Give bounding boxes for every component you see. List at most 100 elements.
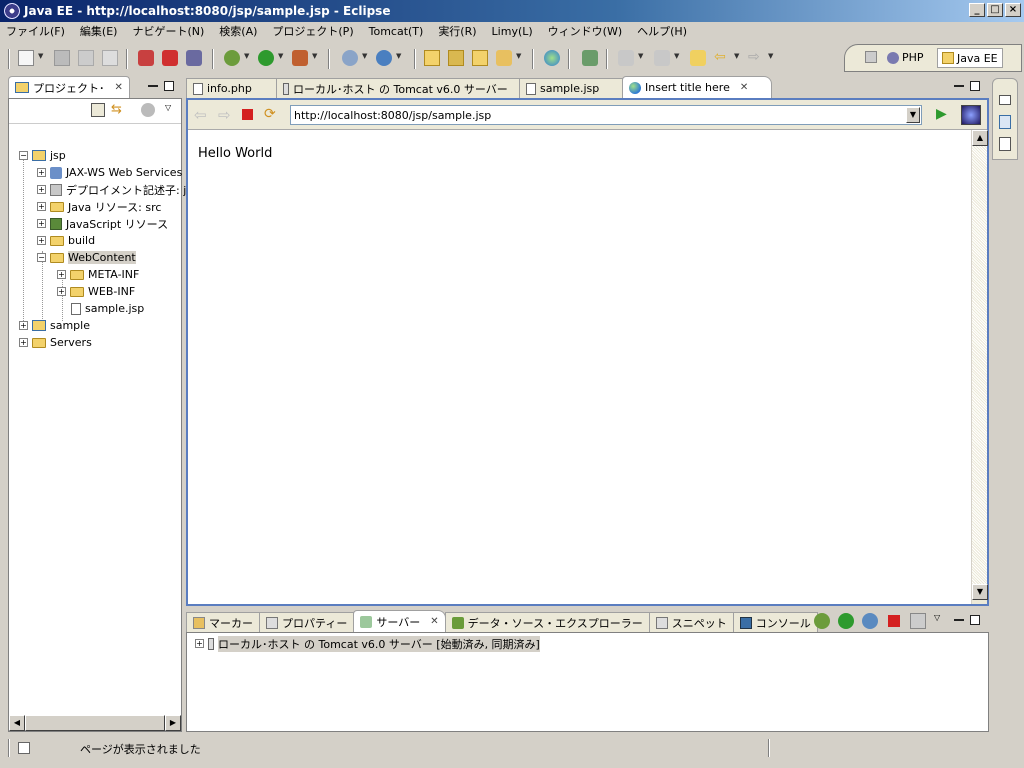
tree-node-build[interactable]: + build bbox=[37, 232, 95, 249]
javaee-perspective-button[interactable]: Java EE bbox=[937, 48, 1003, 68]
vertical-scrollbar[interactable]: ▲ ▼ bbox=[971, 130, 988, 604]
url-dropdown-button[interactable]: ▼ bbox=[906, 107, 920, 123]
chevron-down-icon[interactable]: ▼ bbox=[312, 52, 317, 60]
publish-icon[interactable] bbox=[910, 613, 926, 629]
tree-node-javascript-resources[interactable]: + JavaScript リソース bbox=[37, 215, 168, 232]
server-row[interactable]: + ローカル･ホスト の Tomcat v6.0 サーバー [始動済み, 同期済… bbox=[195, 635, 540, 652]
forward-arrow-icon[interactable]: ⇨ bbox=[748, 50, 764, 66]
horizontal-scrollbar[interactable]: ◀ ▶ bbox=[9, 715, 181, 731]
pencil-icon[interactable] bbox=[496, 50, 512, 66]
menu-navigate[interactable]: ナビゲート(N) bbox=[132, 23, 204, 39]
back-arrow-icon[interactable]: ⇦ bbox=[714, 50, 730, 66]
menu-edit[interactable]: 編集(E) bbox=[80, 23, 118, 39]
minimize-view-icon[interactable] bbox=[148, 85, 158, 87]
php-perspective-button[interactable]: PHP bbox=[887, 51, 924, 64]
back-arrow-icon[interactable]: ⇦ bbox=[194, 106, 207, 124]
tab-tomcat-server[interactable]: ローカル･ホスト の Tomcat v6.0 サーバー bbox=[276, 78, 520, 98]
web-browser-icon[interactable] bbox=[544, 50, 560, 66]
new-web-service-icon[interactable] bbox=[376, 50, 392, 66]
refresh-icon[interactable]: ⟳ bbox=[264, 106, 276, 122]
open-resource-icon[interactable] bbox=[448, 50, 464, 66]
close-icon[interactable]: ✕ bbox=[740, 82, 748, 93]
tree-node-sample[interactable]: + sample bbox=[19, 317, 90, 334]
chevron-down-icon[interactable]: ▼ bbox=[396, 52, 401, 60]
tab-insert-title-here[interactable]: Insert title here ✕ bbox=[622, 76, 772, 98]
expand-icon[interactable]: + bbox=[19, 338, 28, 347]
minimize-view-icon[interactable] bbox=[954, 619, 964, 621]
close-icon[interactable]: ✕ bbox=[430, 616, 438, 627]
fast-view-icon[interactable] bbox=[18, 742, 30, 754]
expand-icon[interactable]: + bbox=[37, 219, 46, 228]
open-folder-icon[interactable] bbox=[472, 50, 488, 66]
tree-node-webcontent[interactable]: − WebContent bbox=[37, 249, 136, 266]
menu-help[interactable]: ヘルプ(H) bbox=[637, 23, 687, 39]
expand-icon[interactable]: + bbox=[37, 168, 46, 177]
close-button[interactable]: × bbox=[1005, 3, 1021, 17]
scroll-right-button[interactable]: ▶ bbox=[165, 715, 181, 731]
scroll-track[interactable] bbox=[972, 146, 987, 584]
chevron-down-icon[interactable]: ▽ bbox=[934, 613, 940, 622]
expand-icon[interactable]: + bbox=[57, 270, 66, 279]
server-stop-icon[interactable] bbox=[162, 50, 178, 66]
url-bar[interactable]: http://localhost:8080/jsp/sample.jsp bbox=[290, 105, 922, 125]
menu-limy[interactable]: Limy(L) bbox=[492, 25, 533, 38]
tab-console[interactable]: コンソール bbox=[732, 612, 818, 632]
link-with-editor-icon[interactable]: ⇆ bbox=[111, 103, 127, 117]
tree-node-deployment-descriptor[interactable]: + デプロイメント記述子: j bbox=[37, 181, 186, 198]
external-tools-icon[interactable] bbox=[292, 50, 308, 66]
expand-icon[interactable]: + bbox=[57, 287, 66, 296]
chevron-down-icon[interactable]: ▼ bbox=[768, 52, 773, 60]
chevron-down-icon[interactable]: ▽ bbox=[165, 103, 171, 112]
chevron-down-icon[interactable]: ▼ bbox=[362, 52, 367, 60]
run-icon[interactable] bbox=[258, 50, 274, 66]
server-publish-icon[interactable] bbox=[138, 50, 154, 66]
maximize-button[interactable]: □ bbox=[987, 3, 1003, 17]
last-edit-location-icon[interactable] bbox=[690, 50, 706, 66]
tab-markers[interactable]: マーカー bbox=[186, 612, 260, 632]
chevron-down-icon[interactable]: ▼ bbox=[244, 52, 249, 60]
tab-servers[interactable]: サーバー ✕ bbox=[353, 610, 446, 632]
tab-project-explorer[interactable]: プロジェクト･ ✕ bbox=[8, 76, 130, 98]
menu-run[interactable]: 実行(R) bbox=[438, 23, 476, 39]
minimize-view-icon[interactable] bbox=[954, 85, 964, 87]
chevron-down-icon[interactable]: ▼ bbox=[638, 52, 643, 60]
chevron-down-icon[interactable]: ▼ bbox=[734, 52, 739, 60]
tree-node-jaxws[interactable]: + JAX-WS Web Services bbox=[37, 164, 182, 181]
expand-icon[interactable]: + bbox=[195, 639, 204, 648]
debug-icon[interactable] bbox=[224, 50, 240, 66]
new-icon[interactable] bbox=[18, 50, 34, 66]
scroll-thumb[interactable] bbox=[25, 715, 165, 731]
previous-annotation-icon[interactable] bbox=[654, 50, 670, 66]
chevron-down-icon[interactable]: ▼ bbox=[516, 52, 521, 60]
print-icon[interactable] bbox=[102, 50, 118, 66]
view-menu-icon[interactable] bbox=[141, 103, 155, 117]
menu-window[interactable]: ウィンドウ(W) bbox=[548, 23, 622, 39]
collapse-all-icon[interactable] bbox=[91, 103, 105, 117]
minimize-button[interactable]: _ bbox=[969, 3, 985, 17]
maximize-view-icon[interactable] bbox=[164, 81, 174, 91]
scroll-down-button[interactable]: ▼ bbox=[972, 584, 988, 600]
server-restart-icon[interactable] bbox=[186, 50, 202, 66]
expand-icon[interactable]: + bbox=[19, 321, 28, 330]
next-annotation-icon[interactable] bbox=[618, 50, 634, 66]
tab-properties[interactable]: プロパティー bbox=[259, 612, 355, 632]
start-server-profile-icon[interactable] bbox=[862, 613, 878, 629]
start-server-icon[interactable] bbox=[838, 613, 854, 629]
stop-server-icon[interactable] bbox=[888, 615, 900, 627]
tree-node-jsp[interactable]: − jsp bbox=[19, 147, 66, 164]
task-list-icon[interactable] bbox=[999, 137, 1011, 151]
tab-info-php[interactable]: info.php bbox=[186, 78, 277, 98]
tab-data-source-explorer[interactable]: データ・ソース・エクスプローラー bbox=[444, 612, 650, 632]
chevron-down-icon[interactable]: ▼ bbox=[278, 52, 283, 60]
outline-icon[interactable] bbox=[999, 115, 1011, 129]
start-server-debug-icon[interactable] bbox=[814, 613, 830, 629]
tab-snippets[interactable]: スニペット bbox=[648, 612, 734, 632]
chevron-down-icon[interactable]: ▼ bbox=[38, 52, 43, 60]
collapse-icon[interactable]: − bbox=[37, 253, 46, 262]
tree-node-web-inf[interactable]: + WEB-INF bbox=[57, 283, 135, 300]
save-all-icon[interactable] bbox=[78, 50, 94, 66]
open-perspective-button[interactable] bbox=[865, 51, 877, 63]
menu-search[interactable]: 検索(A) bbox=[219, 23, 257, 39]
expand-icon[interactable]: + bbox=[37, 236, 46, 245]
tab-sample-jsp[interactable]: sample.jsp bbox=[519, 78, 623, 98]
